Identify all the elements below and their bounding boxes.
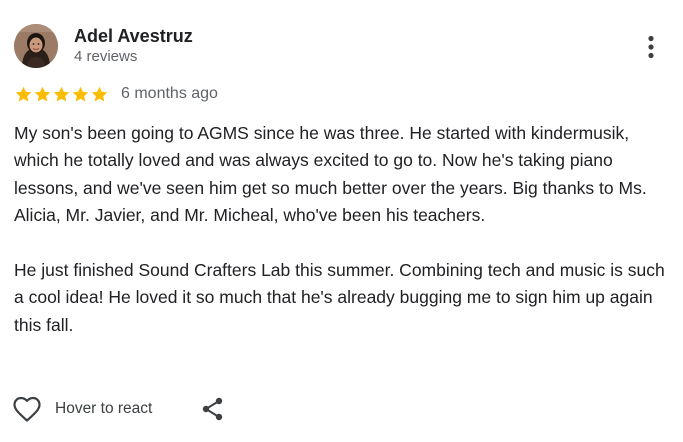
review-actions: Hover to react xyxy=(12,394,223,424)
reviewer-name[interactable]: Adel Avestruz xyxy=(74,25,193,47)
react-label: Hover to react xyxy=(55,400,153,417)
star-icon xyxy=(15,86,32,102)
review-paragraph-2: He just finished Sound Crafters Lab this… xyxy=(14,260,665,335)
review-text: My son's been going to AGMS since he was… xyxy=(14,120,674,339)
star-icon xyxy=(72,86,89,102)
react-button[interactable]: Hover to react xyxy=(12,395,152,423)
star-icon xyxy=(34,86,51,102)
review-date: 6 months ago xyxy=(121,85,218,102)
share-button[interactable] xyxy=(200,396,226,422)
share-icon xyxy=(202,397,223,421)
star-rating xyxy=(14,85,109,104)
star-icon xyxy=(91,86,108,102)
review-count[interactable]: 4 reviews xyxy=(74,48,137,66)
rating-row: 6 months ago xyxy=(14,84,218,104)
more-vert-icon xyxy=(648,35,654,59)
review-paragraph-1: My son's been going to AGMS since he was… xyxy=(14,123,647,226)
avatar[interactable] xyxy=(14,24,58,68)
more-options-button[interactable] xyxy=(636,32,666,62)
review-card: Adel Avestruz 4 reviews 6 months ago My … xyxy=(0,0,683,442)
star-icon xyxy=(53,86,70,102)
heart-outline-icon xyxy=(13,396,41,422)
